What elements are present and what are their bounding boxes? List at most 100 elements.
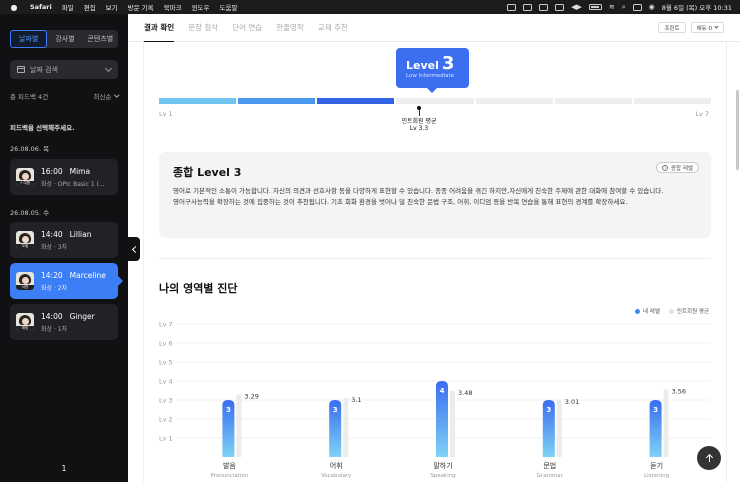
overall-summary-card: 종합 Level 3 i 종합 레벨 영어로 기본적인 소통이 가능합니다. 자신… — [159, 152, 711, 238]
feedback-total: 총 피드백 4건 — [10, 93, 49, 101]
level-segment — [317, 98, 395, 104]
sidebar-collapse-button[interactable] — [128, 237, 140, 261]
battery-icon[interactable] — [588, 4, 602, 10]
menu-file[interactable]: 파일 — [62, 2, 74, 12]
date-search-label: 날짜 검색 — [30, 65, 58, 74]
info-icon: i — [662, 164, 668, 171]
scrollbar[interactable] — [736, 90, 739, 170]
sidebar-filter-tabs: 날짜별 강사별 콘텐츠별 — [10, 30, 118, 48]
language-select[interactable]: 에듀 0 — [690, 22, 724, 33]
calendar-icon — [17, 66, 25, 73]
level-label: Level — [406, 59, 439, 72]
y-tick-label: Lv 7 — [159, 321, 173, 329]
legend-swatch — [634, 308, 640, 314]
main-panel: 결과 확인 문장 첨삭 단어 연습 한줄영작 교재 추천 프린트 에듀 0 Le… — [128, 14, 740, 482]
apple-icon[interactable]: ● — [8, 3, 20, 12]
level-progress-bar — [159, 98, 711, 104]
feedback-card-marceline[interactable]: 서방 14:20 Marceline 화상 · 2차 — [10, 263, 118, 299]
x-category-sublabel: Vocabulary — [321, 473, 352, 479]
area-diagnosis-chart-svg: Lv 1 Lv 2 Lv 3 Lv 4 Lv 5 Lv 6 Lv 7 3 3.29 발음 Pronu… — [159, 321, 710, 479]
x-category-sublabel: Listening — [644, 473, 669, 479]
mail-icon[interactable] — [555, 3, 565, 11]
tab-by-content[interactable]: 콘텐츠별 — [83, 30, 118, 48]
avatar: 서방 — [16, 272, 34, 290]
chevron-down-icon — [113, 92, 119, 98]
x-category-label: 어휘 — [330, 461, 343, 470]
tab-results[interactable]: 결과 확인 — [144, 14, 175, 43]
avatar-tag: ⚡ 여명 — [16, 181, 34, 186]
menu-view[interactable]: 보기 — [106, 2, 118, 12]
bar-member-average — [556, 399, 562, 457]
avatar-tag: 서방 — [16, 285, 34, 290]
menu-history[interactable]: 방문 기록 — [128, 2, 154, 12]
level-segment — [159, 98, 237, 104]
level-segment — [396, 98, 474, 104]
bar-member-average-label: 3.56 — [672, 387, 686, 395]
date-search-dropdown[interactable]: 날짜 검색 — [10, 60, 118, 79]
date-group-heading: 26.08.06. 목 — [10, 145, 50, 153]
overall-level-info-button[interactable]: i 종합 레벨 — [656, 162, 699, 173]
card-time: 14:20 — [41, 270, 63, 280]
y-tick-label: Lv 2 — [159, 416, 173, 424]
x-category-sublabel: Speaking — [430, 473, 455, 479]
legend-item-mine: 내 레벨 — [634, 307, 660, 315]
siri-icon[interactable]: ◉ — [649, 3, 655, 11]
print-button[interactable]: 프린트 — [658, 22, 686, 33]
x-category-label: 말하기 — [433, 461, 452, 470]
sort-dropdown[interactable]: 최신순 — [93, 91, 119, 101]
card-subtitle: 화상 · OPIc Basic 1 (... — [41, 180, 105, 188]
avatar: ⚡ 여명 — [16, 168, 34, 186]
x-category-sublabel: Pronunciation — [211, 473, 249, 479]
bar-member-average-label: 3.1 — [351, 396, 361, 404]
x-category-label: 문법 — [543, 461, 556, 470]
bar-my-level-label: 4 — [440, 387, 445, 395]
level-segment — [554, 98, 632, 104]
menubar-clock[interactable]: 8월 6일 (목) 오후 10:31 — [662, 2, 732, 12]
level-number: 3 — [441, 53, 455, 74]
chevron-left-icon — [131, 245, 139, 253]
feedback-card-ginger[interactable]: 래빙 14:00 Ginger 화상 · 1차 — [10, 304, 118, 340]
bar-my-level-label: 3 — [333, 406, 338, 414]
bar-member-average-label: 3.01 — [565, 398, 579, 406]
card-time: 16:00 — [41, 166, 63, 176]
menu-window[interactable]: 윈도우 — [192, 2, 210, 12]
sort-label: 최신순 — [93, 93, 112, 101]
arrow-up-icon — [704, 453, 714, 463]
menu-edit[interactable]: 편집 — [84, 2, 96, 12]
tab-by-date[interactable]: 날짜별 — [10, 30, 48, 48]
section-title: 나의 영역별 진단 — [159, 282, 238, 295]
scroll-to-top-button[interactable] — [697, 446, 721, 470]
menu-safari[interactable]: Safari — [30, 3, 52, 11]
card-tutor-name: Marceline — [69, 270, 106, 280]
feedback-card-mima[interactable]: ⚡ 여명 16:00 Mima 화상 · OPIc Basic 1 (... — [10, 159, 118, 195]
level-segment — [633, 98, 711, 104]
bar-member-average-label: 3.48 — [458, 389, 472, 397]
search-icon[interactable]: ⌕ — [622, 3, 626, 12]
language-select-value: 에듀 0 — [696, 25, 712, 32]
level-segment — [475, 98, 553, 104]
tab-sentence-correction[interactable]: 문장 첨삭 — [188, 14, 218, 42]
level-description: Low Intermediate — [406, 73, 455, 79]
y-tick-label: Lv 1 — [159, 435, 173, 443]
feedback-count-row: 총 피드백 4건 최신순 — [10, 91, 119, 101]
n-icon[interactable] — [539, 3, 549, 11]
member-average-marker: 민트회원 평균 Lv 3.3 — [399, 106, 439, 132]
tab-textbook-recommendation[interactable]: 교재 추천 — [318, 14, 348, 42]
summary-paragraph: 영어로 기본적인 소통이 가능합니다. 자신의 의견과 선호사항 등을 다양하게… — [173, 187, 664, 195]
notebook-icon[interactable] — [523, 3, 533, 11]
screen-icon[interactable] — [507, 3, 517, 11]
control-center-icon[interactable] — [632, 3, 642, 11]
page-number[interactable]: 1 — [0, 464, 128, 473]
tab-by-tutor[interactable]: 강사별 — [47, 30, 82, 48]
result-tabs: 결과 확인 문장 첨삭 단어 연습 한줄영작 교재 추천 프린트 에듀 0 — [128, 14, 740, 43]
feedback-card-lillian[interactable]: 오뒹 14:40 Lillian 화상 · 3차 — [10, 222, 118, 258]
card-tutor-name: Mima — [69, 166, 91, 176]
card-subtitle: 화상 · 3차 — [41, 243, 68, 251]
menu-bookmarks[interactable]: 북마크 — [164, 2, 182, 12]
tab-one-line-writing[interactable]: 한줄영작 — [276, 14, 304, 42]
legend-label: 내 레벨 — [642, 309, 660, 315]
menu-help[interactable]: 도움말 — [220, 2, 238, 12]
playback-icon[interactable]: ◀▶ — [571, 3, 582, 11]
wifi-icon[interactable]: ≋ — [609, 3, 615, 11]
tab-word-practice[interactable]: 단어 연습 — [232, 14, 262, 42]
